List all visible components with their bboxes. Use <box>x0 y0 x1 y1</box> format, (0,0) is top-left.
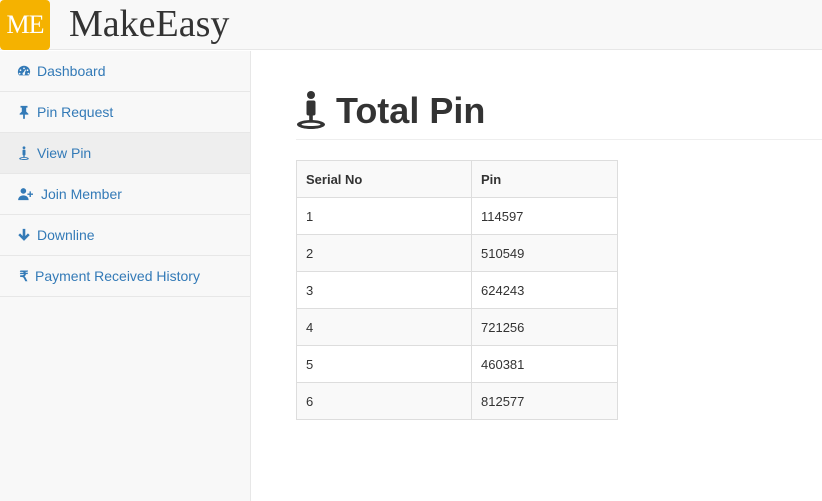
pin-cell: 812577 <box>471 382 618 420</box>
map-marker-person-icon <box>296 90 326 130</box>
column-header-serial-no: Serial No <box>296 160 472 198</box>
sidebar-item-pin-request[interactable]: Pin Request <box>0 92 250 133</box>
sidebar-item-payment-received-history[interactable]: ₹ Payment Received History <box>0 256 250 297</box>
table-row: 3 624243 <box>296 271 618 309</box>
pin-table: Serial No Pin 1 114597 2 510549 3 624243… <box>296 160 618 420</box>
table-row: 4 721256 <box>296 308 618 346</box>
serial-cell: 1 <box>296 197 472 235</box>
pin-cell: 721256 <box>471 308 618 346</box>
table-row: 1 114597 <box>296 197 618 235</box>
dashboard-icon <box>17 64 31 78</box>
serial-cell: 5 <box>296 345 472 383</box>
page-header: Total Pin <box>296 88 822 140</box>
serial-cell: 2 <box>296 234 472 272</box>
logo[interactable]: ME <box>0 0 50 50</box>
arrow-down-icon <box>17 228 31 242</box>
sidebar-item-downline[interactable]: Downline <box>0 215 250 256</box>
sidebar-item-label: Downline <box>37 227 95 243</box>
table-row: 5 460381 <box>296 345 618 383</box>
sidebar-item-label: View Pin <box>37 145 92 161</box>
brand-name[interactable]: MakeEasy <box>69 2 229 46</box>
map-marker-person-icon <box>17 146 31 160</box>
serial-cell: 4 <box>296 308 472 346</box>
rupee-icon: ₹ <box>19 267 29 284</box>
sidebar-item-label: Dashboard <box>37 63 106 79</box>
sidebar-item-dashboard[interactable]: Dashboard <box>0 51 250 92</box>
page-title: Total Pin <box>336 90 486 131</box>
sidebar-item-label: Payment Received History <box>35 268 200 284</box>
add-user-icon <box>17 187 35 201</box>
pin-cell: 510549 <box>471 234 618 272</box>
table-row: 6 812577 <box>296 382 618 420</box>
pin-cell: 114597 <box>471 197 618 235</box>
sidebar-item-join-member[interactable]: Join Member <box>0 174 250 215</box>
sidebar: Dashboard Pin Request View Pin Join Memb… <box>0 51 251 501</box>
pushpin-icon <box>17 105 31 119</box>
column-header-pin: Pin <box>471 160 618 198</box>
serial-cell: 3 <box>296 271 472 309</box>
sidebar-item-label: Pin Request <box>37 104 114 120</box>
serial-cell: 6 <box>296 382 472 420</box>
top-navbar: ME MakeEasy <box>0 0 822 50</box>
pin-cell: 624243 <box>471 271 618 309</box>
pin-cell: 460381 <box>471 345 618 383</box>
table-row: 2 510549 <box>296 234 618 272</box>
sidebar-item-view-pin[interactable]: View Pin <box>0 133 250 174</box>
table-header-row: Serial No Pin <box>296 160 618 198</box>
sidebar-item-label: Join Member <box>41 186 122 202</box>
